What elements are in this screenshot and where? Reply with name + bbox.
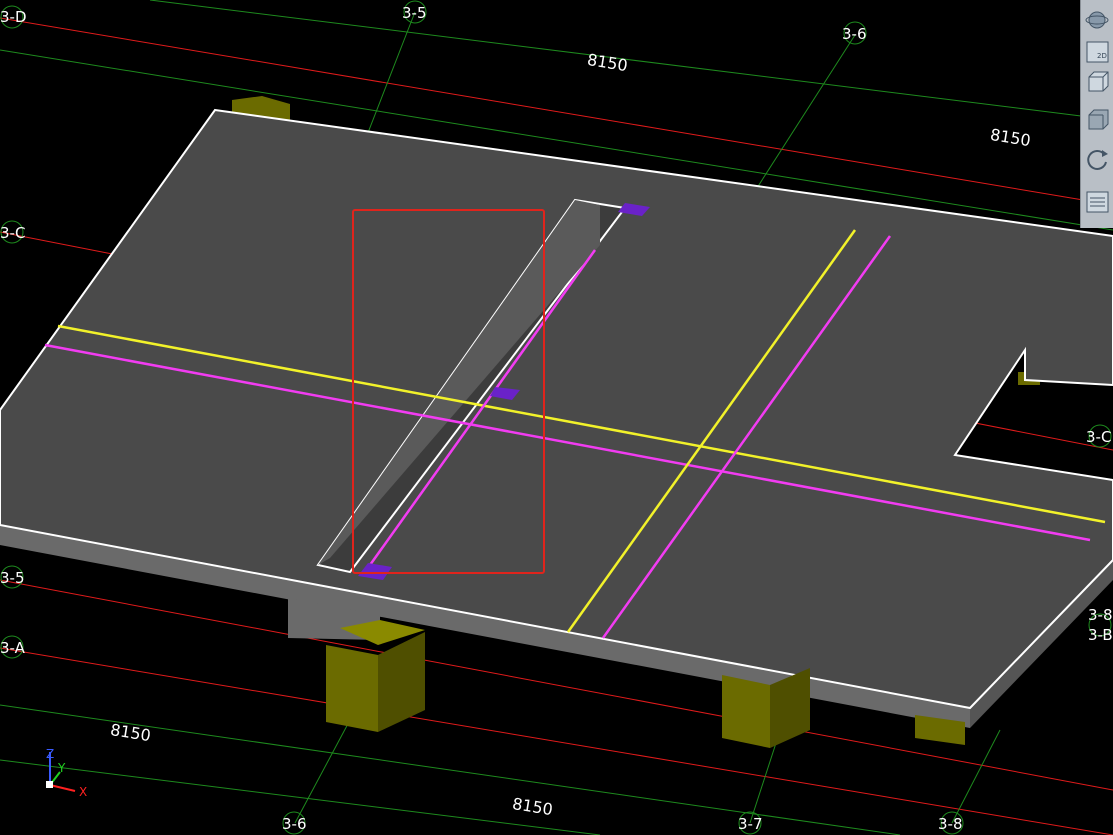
grid-label-b-right-lower: 3-B — [1088, 626, 1113, 644]
dimension-top-center: 8150 — [586, 50, 629, 75]
column-front-mid — [722, 675, 770, 748]
axis-gizmo: X Y Z — [46, 747, 87, 799]
orbit-icon[interactable] — [1084, 6, 1111, 34]
axis-origin — [46, 781, 53, 788]
properties-icon[interactable] — [1084, 188, 1111, 216]
grid-line-aux1 — [149, 0, 1113, 121]
3d-model-viewport[interactable]: 3-D 3-C 3-5 3-A 3-5 3-6 3-6 3-7 3-8 3-C … — [0, 0, 1113, 835]
view-toolbar: 2D — [1080, 0, 1113, 228]
grid-label-c-right: 3-C — [1086, 428, 1111, 446]
grid-label-col-5-top: 3-5 — [402, 4, 427, 22]
column-front-left — [326, 645, 378, 732]
grid-label-col-8-bottom: 3-8 — [938, 815, 963, 833]
svg-text:2D: 2D — [1097, 52, 1107, 60]
grid-label-b-right-upper: 3-8 — [1088, 606, 1113, 624]
rotate-icon[interactable] — [1084, 146, 1111, 174]
grid-col-6b — [294, 719, 351, 824]
axis-label-z: Z — [46, 747, 54, 761]
grid-label-col-7-bottom: 3-7 — [738, 815, 763, 833]
2d-view-icon[interactable]: 2D — [1084, 38, 1111, 66]
grid-label-col-6-bottom: 3-6 — [282, 815, 307, 833]
floor-slab[interactable] — [0, 108, 1113, 710]
dimension-top-right: 8150 — [989, 125, 1032, 150]
grid-label-col-6-top: 3-6 — [842, 25, 867, 43]
dimension-bottom-center: 8150 — [511, 794, 554, 819]
axis-label-y: Y — [57, 761, 66, 775]
grid-label-c-left: 3-C — [0, 224, 25, 242]
grid-label-a-left: 3-A — [0, 639, 26, 657]
box-view-icon[interactable] — [1084, 106, 1111, 134]
3d-view-icon[interactable] — [1084, 68, 1111, 96]
column-front-left-side — [378, 632, 425, 732]
grid-label-b-left: 3-5 — [0, 569, 25, 587]
grid-label-d-left: 3-D — [0, 8, 27, 26]
axis-label-x: X — [79, 785, 87, 799]
dimension-bottom-left: 8150 — [109, 720, 152, 745]
axis-x — [49, 784, 76, 792]
